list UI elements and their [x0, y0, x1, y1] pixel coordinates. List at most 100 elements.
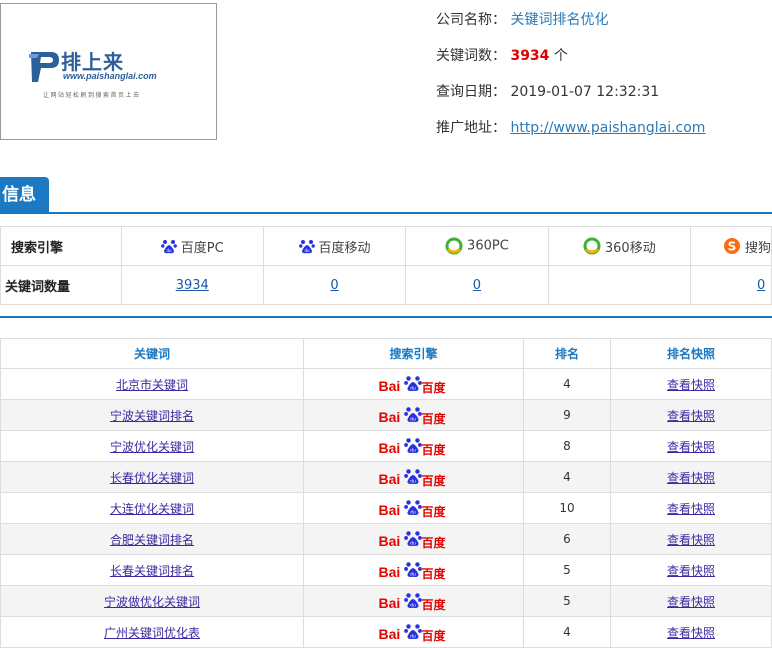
snapshot-link[interactable]: 查看快照 [667, 533, 715, 547]
rank-cell: 4 [522, 368, 611, 400]
promo-site-link[interactable]: http://www.paishanglai.com [510, 120, 705, 136]
svg-text:du: du [410, 417, 416, 423]
keyword-ranking-table: 关键词 搜索引擎 排名 排名快照 北京市关键词 Bai du 百度 4 查看快照… [0, 338, 772, 648]
snapshot-link[interactable]: 查看快照 [667, 502, 715, 516]
baidu-logo-icon: Bai du 百度 [378, 375, 449, 395]
engine-baidu-mobile: du 百度移动 [262, 226, 407, 266]
count-link[interactable]: 0 [757, 278, 765, 293]
engine-360-mobile: 360移动 [547, 226, 691, 266]
engine-sogou: S 搜狗 [689, 226, 772, 266]
count-row-header: 关键词数量 [0, 265, 122, 305]
keyword-link[interactable]: 合肥关键词排名 [110, 533, 194, 547]
rank-cell: 5 [522, 554, 611, 586]
keyword-link[interactable]: 广州关键词优化表 [104, 626, 200, 640]
engine-cell: Bai du 百度 [303, 368, 524, 400]
snapshot-cell: 查看快照 [609, 430, 772, 462]
count-cell: 0 [262, 265, 407, 305]
sogou-icon: S [723, 238, 740, 254]
keyword-cell: 大连优化关键词 [0, 492, 305, 524]
engine-cell: Bai du 百度 [303, 616, 524, 648]
snapshot-cell: 查看快照 [609, 399, 772, 431]
snapshot-link[interactable]: 查看快照 [667, 595, 715, 609]
keyword-link[interactable]: 大连优化关键词 [110, 502, 194, 516]
engine-name: 360移动 [604, 240, 656, 256]
query-date-label: 查询日期： [436, 84, 506, 100]
count-cell: 0 [689, 265, 772, 305]
engine-row-header: 搜索引擎 [0, 226, 122, 266]
keyword-link[interactable]: 北京市关键词 [116, 378, 188, 392]
keyword-cell: 广州关键词优化表 [0, 616, 305, 648]
baidu-logo-icon: Bai du 百度 [379, 437, 449, 457]
baidu-logo-text-left: Bai [378, 564, 401, 580]
engine-cell: Bai du 百度 [303, 430, 524, 462]
promo-site-row: 推广地址： http://www.paishanglai.com [436, 117, 705, 137]
table-row: 宁波优化关键词 Bai du 百度 8 查看快照 [0, 430, 772, 462]
engine-cell: Bai du 百度 [303, 461, 524, 493]
query-date-row: 查询日期： 2019-01-07 12:32:31 [436, 81, 659, 101]
count-cell: 3934 [120, 265, 264, 305]
baidu-paw-icon: du [403, 531, 422, 547]
keyword-cell: 宁波优化关键词 [0, 430, 305, 462]
keyword-link[interactable]: 长春关键词排名 [110, 564, 194, 578]
keyword-link[interactable]: 宁波关键词排名 [110, 409, 194, 423]
svg-text:du: du [410, 603, 416, 609]
svg-text:du: du [410, 510, 416, 516]
count-link[interactable]: 0 [330, 278, 338, 293]
snapshot-link[interactable]: 查看快照 [667, 626, 715, 640]
baidu-paw-icon: du [403, 438, 422, 454]
table-row: 宁波做优化关键词 Bai du 百度 5 查看快照 [0, 585, 772, 617]
keyword-count-row: 关键词数： 3934 个 [436, 45, 568, 65]
svg-text:du: du [410, 572, 416, 578]
company-name-label: 公司名称： [436, 12, 506, 28]
engine-baidu-pc: du 百度PC [120, 226, 264, 266]
count-link[interactable]: 0 [473, 278, 481, 293]
keyword-link[interactable]: 宁波做优化关键词 [104, 595, 200, 609]
360-icon [583, 237, 601, 255]
section-title: 信息 [0, 177, 49, 213]
snapshot-link[interactable]: 查看快照 [667, 440, 715, 454]
col-header-rank: 排名 [522, 338, 611, 369]
baidu-logo-text-left: Bai [378, 533, 401, 549]
keyword-count-unit: 个 [553, 48, 568, 64]
svg-text:du: du [410, 541, 416, 547]
keyword-link[interactable]: 长春优化关键词 [110, 471, 194, 485]
baidu-logo-icon: Bai du 百度 [379, 623, 449, 643]
keyword-cell: 宁波关键词排名 [0, 399, 305, 431]
snapshot-link[interactable]: 查看快照 [667, 564, 715, 578]
baidu-paw-icon: du [403, 469, 422, 485]
baidu-logo-text-right: 百度 [421, 474, 446, 488]
baidu-logo-text-left: Bai [378, 502, 401, 518]
table-row: 广州关键词优化表 Bai du 百度 4 查看快照 [0, 616, 772, 648]
baidu-paw-icon: du [160, 239, 177, 253]
baidu-paw-icon: du [403, 624, 422, 640]
engine-name: 360PC [467, 238, 509, 254]
table-row: 宁波关键词排名 Bai du 百度 9 查看快照 [0, 399, 772, 431]
baidu-logo-text-right: 百度 [421, 536, 446, 550]
keyword-cell: 长春关键词排名 [0, 554, 305, 586]
keyword-cell: 北京市关键词 [0, 368, 305, 400]
count-link[interactable]: 3934 [176, 278, 209, 293]
svg-text:du: du [410, 634, 416, 640]
table-row: 合肥关键词排名 Bai du 百度 6 查看快照 [0, 523, 772, 555]
snapshot-cell: 查看快照 [609, 368, 772, 400]
baidu-logo-text-right: 百度 [421, 629, 446, 643]
snapshot-link[interactable]: 查看快照 [667, 471, 715, 485]
baidu-paw-icon: du [403, 376, 422, 392]
snapshot-link[interactable]: 查看快照 [667, 378, 715, 392]
keyword-count-label: 关键词数： [436, 48, 506, 64]
company-name-value: 关键词排名优化 [510, 12, 609, 28]
engine-cell: Bai du 百度 [303, 523, 524, 555]
snapshot-link[interactable]: 查看快照 [667, 409, 715, 423]
engine-cell: Bai du 百度 [303, 492, 524, 524]
baidu-logo-text-left: Bai [378, 378, 401, 394]
rank-cell: 5 [522, 585, 611, 617]
keyword-link[interactable]: 宁波优化关键词 [110, 440, 194, 454]
rank-cell: 8 [522, 430, 611, 462]
engine-summary-table: 搜索引擎 du 百度PC du 百度移动 360PC 360移动 S 搜狗 关键… [0, 226, 772, 305]
snapshot-cell: 查看快照 [609, 523, 772, 555]
keyword-count-value: 3934 [510, 48, 550, 64]
rank-cell: 4 [522, 616, 611, 648]
table-row: 长春优化关键词 Bai du 百度 4 查看快照 [0, 461, 772, 493]
snapshot-cell: 查看快照 [609, 492, 772, 524]
engine-cell: Bai du 百度 [303, 585, 524, 617]
